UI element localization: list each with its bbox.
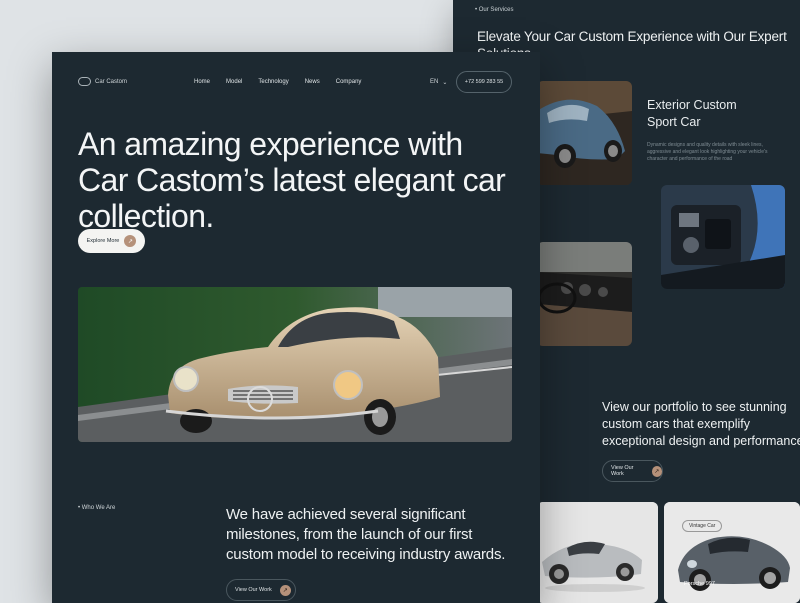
hero-car-image (78, 287, 512, 442)
vintage-car-badge: Vintage Car (682, 520, 723, 532)
top-nav: Car Castom Home Model Technology News Co… (52, 52, 540, 112)
arrow-icon: ↗ (124, 235, 137, 247)
engine-image (661, 185, 785, 289)
hero-title: An amazing experience with Car Castom’s … (78, 126, 506, 234)
nav-company[interactable]: Company (336, 79, 362, 85)
phone-button[interactable]: +72 599 283 55 (456, 71, 512, 93)
logo-text: Car Castom (95, 78, 128, 85)
nav-technology[interactable]: Technology (258, 79, 288, 85)
view-our-work-button[interactable]: View Our Work ↗ (226, 579, 296, 601)
explore-more-button[interactable]: Explore More ↗ (78, 229, 145, 253)
view-our-work-button-secondary[interactable]: View Our Work ↗ (602, 460, 663, 482)
nav-model[interactable]: Model (226, 79, 242, 85)
language-selector[interactable]: EN ⌄ (430, 79, 447, 86)
porsche-card[interactable]: Vintage Car Porsche 997 (664, 502, 800, 603)
services-section-label: • Our Services (475, 7, 514, 13)
arrow-icon: ↗ (651, 465, 662, 477)
silver-car-card[interactable] (537, 502, 658, 603)
explore-more-label: Explore More (86, 238, 120, 244)
language-label: EN (430, 79, 439, 85)
logo-icon (78, 77, 91, 86)
chevron-down-icon: ⌄ (442, 80, 448, 86)
blue-car-image (537, 81, 632, 185)
view-our-work-label: View Our Work (235, 587, 272, 593)
main-menu: Home Model Technology News Company (194, 79, 361, 85)
milestones-text: We have achieved several significant mil… (226, 506, 506, 563)
home-page: Car Castom Home Model Technology News Co… (52, 52, 540, 603)
view-our-work-label: View Our Work (611, 465, 634, 477)
interior-image (537, 242, 632, 346)
exterior-custom-description: Dynamic designs and quality details with… (647, 142, 768, 162)
logo[interactable]: Car Castom (78, 77, 127, 86)
portfolio-text: View our portfolio to see stunning custo… (602, 400, 800, 448)
exterior-custom-title: Exterior Custom Sport Car (647, 98, 737, 129)
who-we-are-label: • Who We Are (78, 505, 116, 511)
nav-news[interactable]: News (305, 79, 320, 85)
nav-home[interactable]: Home (194, 79, 210, 85)
porsche-label: Porsche 997 (684, 581, 715, 587)
arrow-icon: ↗ (279, 584, 291, 596)
